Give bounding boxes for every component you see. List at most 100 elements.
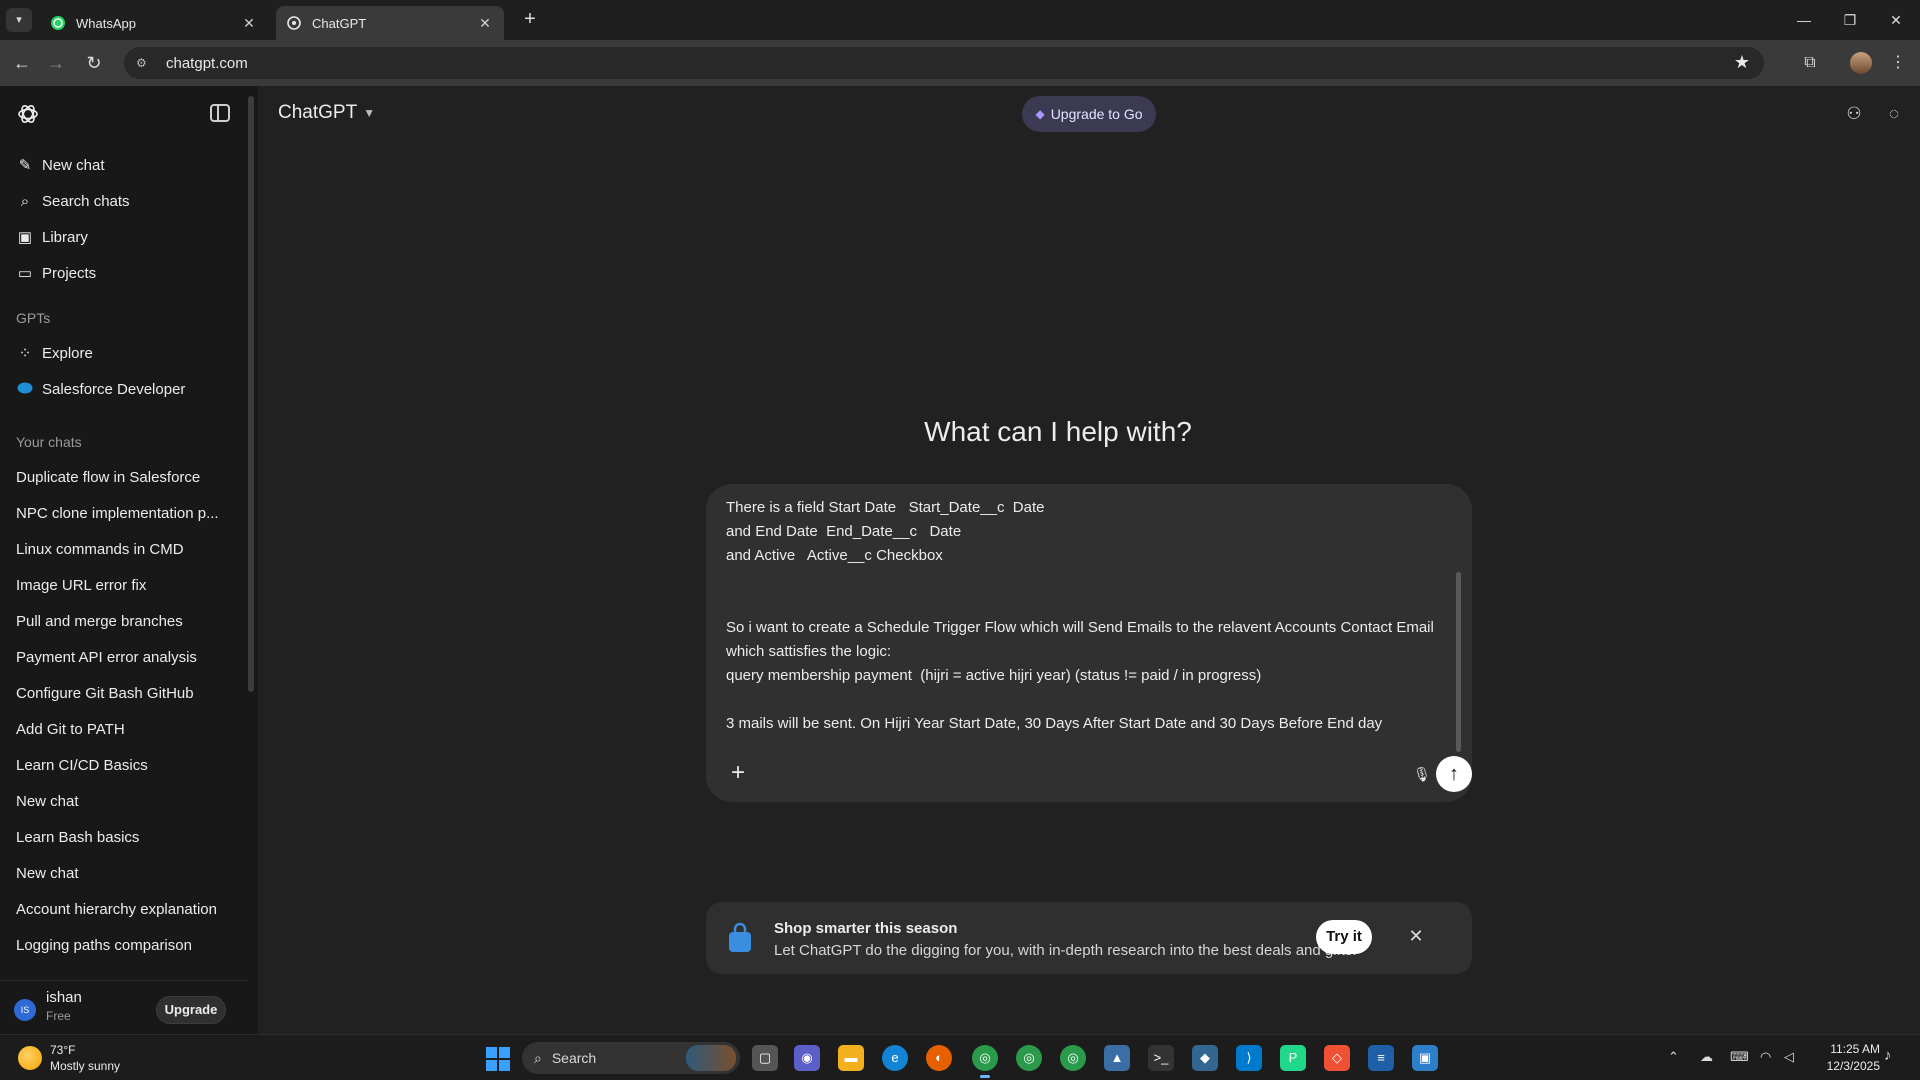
bookmark-star-icon[interactable]: ★: [1734, 52, 1750, 73]
sidebar-chat-item[interactable]: New chat: [8, 856, 240, 890]
openai-logo-icon[interactable]: [16, 102, 40, 126]
tab-chatgpt[interactable]: ChatGPT ✕: [276, 6, 504, 40]
task-view-icon[interactable]: ▢: [752, 1045, 778, 1071]
chrome-profile-2-icon[interactable]: ◎: [1060, 1045, 1086, 1071]
git-icon[interactable]: ◇: [1324, 1045, 1350, 1071]
windows-start-icon[interactable]: [486, 1047, 510, 1071]
sidebar-chat-item[interactable]: Add Git to PATH: [8, 712, 240, 746]
prompt-input[interactable]: There is a field Start Date Start_Date__…: [726, 496, 1444, 764]
taskbar-search-label: Search: [551, 1050, 597, 1066]
user-menu[interactable]: IS ishan Free Upgrade: [0, 980, 247, 1034]
sidebar-chat-item[interactable]: Learn CI/CD Basics: [8, 748, 240, 782]
terminal-icon[interactable]: >_: [1148, 1045, 1174, 1071]
try-it-button[interactable]: Try it: [1316, 920, 1372, 954]
extensions-icon[interactable]: ⧉: [1798, 51, 1822, 75]
sidebar-chat-item[interactable]: Duplicate flow in Salesforce: [8, 460, 240, 494]
clock-time[interactable]: 11:25 AM: [1810, 1042, 1880, 1056]
search-icon: ⌕: [534, 1049, 542, 1066]
close-window-icon[interactable]: ✕: [1876, 6, 1916, 34]
sidebar-item-projects[interactable]: ▭ Projects: [8, 256, 240, 290]
gpts-heading: GPTs: [16, 310, 51, 326]
onedrive-cloud-icon[interactable]: ☁: [1700, 1049, 1713, 1065]
attach-plus-icon[interactable]: +: [726, 761, 750, 786]
chrome-icon[interactable]: ◎: [972, 1045, 998, 1078]
search-icon: ⌕: [20, 192, 30, 210]
weather-sun-icon[interactable]: [18, 1046, 42, 1070]
postgres-icon[interactable]: ◆: [1192, 1045, 1218, 1071]
sidebar-item-search-chats[interactable]: ⌕ Search chats: [8, 184, 240, 218]
more-menu-icon[interactable]: ⋮: [1886, 51, 1910, 75]
notification-bell-icon[interactable]: ♪: [1884, 1047, 1892, 1064]
close-tab-icon[interactable]: ✕: [240, 15, 258, 32]
sidebar-chat-item[interactable]: NPC clone implementation p...: [8, 496, 240, 530]
vscode-icon[interactable]: ⟩: [1236, 1045, 1262, 1071]
main-area: ChatGPT ▼ ◆ Upgrade to Go ⚇ ◌ What can I…: [258, 86, 1920, 1034]
sidebar: ✎ New chat ⌕ Search chats ▣ Library ▭ Pr…: [0, 86, 258, 1034]
sidebar-chat-item[interactable]: Linux commands in CMD: [8, 532, 240, 566]
upgrade-label: Upgrade to Go: [1050, 106, 1143, 122]
chrome-profile-icon[interactable]: ◎: [1016, 1045, 1042, 1071]
new-chat-icon: ✎: [18, 157, 32, 174]
sidebar-scrollbar[interactable]: [247, 86, 255, 1034]
pycharm-icon[interactable]: P: [1280, 1045, 1306, 1071]
tab-whatsapp[interactable]: WhatsApp ✕: [40, 6, 268, 40]
sidebar-chat-item[interactable]: Configure Git Bash GitHub: [8, 676, 240, 710]
teams-icon[interactable]: ◉: [794, 1045, 820, 1071]
close-icon[interactable]: ✕: [1404, 924, 1428, 948]
keyboard-icon[interactable]: ⌨: [1730, 1049, 1749, 1065]
model-selector[interactable]: ChatGPT ▼: [278, 102, 375, 124]
reload-icon[interactable]: ↻: [82, 51, 106, 75]
sidebar-chat-item[interactable]: Pull and merge branches: [8, 604, 240, 638]
minimize-icon[interactable]: —: [1784, 6, 1824, 34]
site-settings-icon[interactable]: ⚙: [136, 56, 156, 70]
sidebar-item-salesforce-developer[interactable]: Salesforce Developer: [8, 372, 240, 406]
tab-title: WhatsApp: [76, 15, 136, 31]
folder-icon: ▭: [17, 265, 33, 282]
file-explorer-icon[interactable]: ▬: [838, 1045, 864, 1071]
diamond-icon: ◆: [1035, 107, 1045, 121]
clock-date[interactable]: 12/3/2025: [1810, 1059, 1880, 1073]
edge-icon[interactable]: e: [882, 1045, 908, 1071]
browser-tab-bar: ▾ WhatsApp ✕ ChatGPT ✕ + — ❐ ✕: [0, 0, 1920, 40]
sidebar-chat-item[interactable]: Payment API error analysis: [8, 640, 240, 674]
address-bar[interactable]: ⚙ chatgpt.com ★: [124, 47, 1764, 79]
firefox-icon[interactable]: ◐: [926, 1045, 952, 1071]
sidebar-chat-item[interactable]: Logging paths comparison: [8, 928, 240, 962]
avatar: IS: [14, 999, 36, 1021]
taskbar-search[interactable]: ⌕ Search: [522, 1042, 740, 1074]
model-name: ChatGPT: [278, 102, 358, 123]
sidebar-chat-item[interactable]: New chat: [8, 784, 240, 818]
profile-avatar[interactable]: [1850, 52, 1872, 74]
volume-icon[interactable]: ◁: [1784, 1049, 1794, 1065]
photos-icon[interactable]: ▲: [1104, 1045, 1130, 1071]
search-highlight-image: [686, 1045, 736, 1071]
notepad-icon[interactable]: ≡: [1368, 1045, 1394, 1071]
new-tab-plus-icon[interactable]: +: [518, 8, 542, 32]
weather-temperature: 73°F: [50, 1043, 76, 1057]
upgrade-button[interactable]: Upgrade: [156, 996, 226, 1024]
upgrade-to-go-button[interactable]: ◆ Upgrade to Go: [1022, 96, 1156, 132]
sidebar-item-explore[interactable]: ⁘ Explore: [8, 336, 240, 370]
remote-desktop-icon[interactable]: ▣: [1412, 1045, 1438, 1071]
close-tab-icon[interactable]: ✕: [476, 15, 494, 32]
add-people-icon[interactable]: ⚇: [1842, 102, 1866, 126]
tab-search-chevron-icon[interactable]: ▾: [6, 8, 32, 32]
composer-scrollbar[interactable]: [1456, 492, 1462, 752]
microphone-icon[interactable]: 🎙: [1412, 766, 1432, 786]
shopping-bag-icon: [726, 922, 754, 954]
temporary-chat-icon[interactable]: ◌: [1882, 102, 1906, 126]
forward-arrow-icon[interactable]: →: [44, 51, 68, 75]
sidebar-chat-item[interactable]: Account hierarchy explanation: [8, 892, 240, 926]
send-button[interactable]: ↑: [1436, 756, 1472, 792]
sidebar-item-library[interactable]: ▣ Library: [8, 220, 240, 254]
restore-icon[interactable]: ❐: [1830, 6, 1870, 34]
sidebar-chat-item[interactable]: Learn Bash basics: [8, 820, 240, 854]
show-hidden-icons-icon[interactable]: ⌃: [1668, 1049, 1679, 1065]
sidebar-toggle-icon[interactable]: [210, 104, 230, 122]
sidebar-chat-item[interactable]: Image URL error fix: [8, 568, 240, 602]
wifi-icon[interactable]: ◠: [1760, 1049, 1771, 1065]
sidebar-item-new-chat[interactable]: ✎ New chat: [8, 148, 240, 182]
promo-banner: Shop smarter this season Let ChatGPT do …: [706, 902, 1472, 974]
grid-icon: ⁘: [18, 345, 32, 362]
back-arrow-icon[interactable]: ←: [10, 51, 34, 75]
